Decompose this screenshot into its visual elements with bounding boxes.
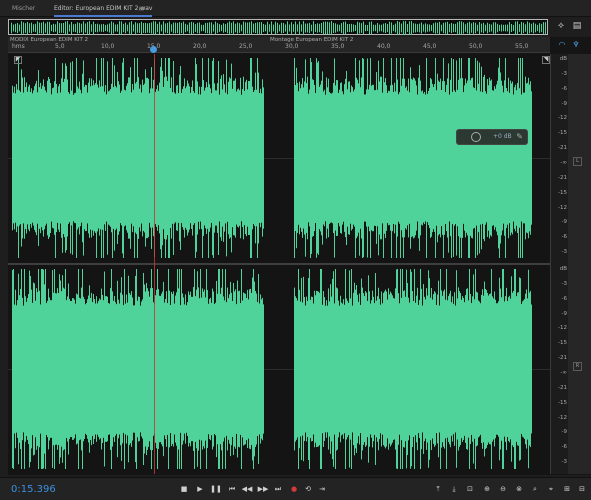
playhead-handle[interactable]: [150, 46, 157, 53]
loop-button[interactable]: ⟲: [302, 483, 314, 495]
zoom-selection-icon[interactable]: ⌕: [529, 483, 541, 495]
db-scale-label: -9: [561, 429, 567, 436]
pause-button[interactable]: ❚❚: [210, 483, 222, 495]
db-scale-label: -12: [558, 115, 567, 122]
zoom-reset-icon[interactable]: ⌖: [545, 483, 557, 495]
db-scale-label: -9: [561, 100, 567, 107]
rewind-button[interactable]: ◀◀: [241, 483, 253, 495]
db-scale-label: -15: [558, 189, 567, 196]
zoom-in-icon[interactable]: ⊕: [481, 483, 493, 495]
db-scale-label: dB: [559, 56, 567, 62]
tab-mixer[interactable]: Mischer: [12, 0, 35, 17]
panel-menu-icon[interactable]: ▤: [570, 19, 584, 33]
waveform-area[interactable]: [8, 54, 550, 474]
zoom-out-icon[interactable]: ⊖: [497, 483, 509, 495]
hud-volume-value: +0 dB: [493, 133, 512, 140]
zoom-out-amplitude-icon[interactable]: ⤓: [448, 483, 460, 495]
db-scale-label: -3: [561, 459, 567, 466]
ruler-tick: 50,0: [469, 43, 483, 50]
fast-forward-button[interactable]: ▶▶: [257, 483, 269, 495]
zoom-navigator-icon[interactable]: ⟡: [554, 19, 568, 33]
db-scale-label: -3: [561, 280, 567, 287]
play-button[interactable]: ▶: [194, 483, 206, 495]
ruler-tick: 30,0: [285, 43, 299, 50]
rewind-start-button[interactable]: ⏮: [226, 483, 238, 495]
zoom-in-time-icon[interactable]: ⊞: [561, 483, 573, 495]
clip-label-left: MODIX European EDIM KIT 2: [10, 37, 89, 43]
zoom-in-amplitude-icon[interactable]: ⤒: [432, 483, 444, 495]
hud-knob-icon[interactable]: [471, 132, 481, 142]
channel-left-toggle[interactable]: L: [573, 157, 582, 166]
ruler-tick: 10,0: [101, 43, 115, 50]
skip-to-end-button[interactable]: ⏭: [272, 483, 284, 495]
overview-waveform: [11, 21, 546, 35]
tab-menu-icon[interactable]: ≡: [138, 0, 145, 17]
db-scale-label: -15: [558, 130, 567, 137]
ruler-tick: 45,0: [423, 43, 437, 50]
waveform-editor: hms 5,0 10,0 15,0 20,0 25,0 30,0 35,0 40…: [8, 37, 591, 475]
ruler-tick: 40,0: [377, 43, 391, 50]
waveform-options-right-icon[interactable]: ◥: [542, 56, 550, 64]
db-scale-label: dB: [559, 266, 567, 272]
ruler-tick: 25,0: [239, 43, 253, 50]
transport-bar: 0:15.396 ■ ▶ ❚❚ ⏮ ◀◀ ▶▶ ⏭ ● ⟲ ⇥ ⤒ ⤓ ⊡ ⊕ …: [0, 477, 591, 500]
db-scale-label: -3: [561, 249, 567, 256]
db-scale-label: -9: [561, 310, 567, 317]
ruler-tick: 55,0: [515, 43, 529, 50]
waveform-options-icon[interactable]: ◤: [14, 56, 22, 64]
db-scale-label: -21: [558, 355, 567, 362]
db-scale-label: -21: [558, 145, 567, 152]
channel-sidebar: L R: [568, 54, 591, 474]
spectral-icon[interactable]: ♆: [570, 39, 582, 51]
waveform-display: [8, 54, 550, 474]
ruler-tick: 5,0: [55, 43, 65, 50]
db-scale-label: -21: [558, 174, 567, 181]
playhead-line: [154, 54, 155, 474]
ruler-tick: 20,0: [193, 43, 207, 50]
ruler-unit: hms: [12, 43, 25, 50]
clip-label-right: Montage European EDIM KIT 2: [270, 37, 354, 43]
db-scale-label: -12: [558, 204, 567, 211]
db-scale-label: -∞: [560, 370, 567, 376]
db-ruler: dB -3 -6 -9 -12 -15 -21 -∞ -21 -15 -12 -9 -6 -3 dB -3 -6…: [550, 54, 568, 474]
db-scale-label: -9: [561, 219, 567, 226]
zoom-out-time-icon[interactable]: ⊟: [576, 483, 588, 495]
headphones-icon[interactable]: ◠: [556, 39, 568, 51]
db-scale-label: -∞: [560, 160, 567, 166]
db-scale-label: -6: [561, 85, 567, 92]
channel-right-toggle[interactable]: R: [573, 362, 582, 371]
db-scale-label: -21: [558, 384, 567, 391]
stop-button[interactable]: ■: [178, 483, 190, 495]
db-scale-label: -3: [561, 70, 567, 77]
zoom-to-selection-icon[interactable]: ⊡: [464, 483, 476, 495]
skip-selection-button[interactable]: ⇥: [316, 483, 328, 495]
db-scale-label: -15: [558, 340, 567, 347]
time-display[interactable]: 0:15.396: [11, 484, 56, 495]
tab-bar: Mischer Editor: European EDIM KIT 2.wav …: [0, 0, 591, 17]
db-scale-label: -15: [558, 399, 567, 406]
record-button[interactable]: ●: [288, 483, 300, 495]
zoom-full-icon[interactable]: ⊗: [513, 483, 525, 495]
db-scale-label: -12: [558, 414, 567, 421]
hud-pin-icon[interactable]: ✎: [516, 132, 523, 141]
ruler-tick: 35,0: [331, 43, 345, 50]
hud-volume-control[interactable]: +0 dB ✎: [456, 129, 528, 145]
db-scale-label: -6: [561, 234, 567, 241]
time-ruler[interactable]: hms 5,0 10,0 15,0 20,0 25,0 30,0 35,0 40…: [8, 37, 550, 53]
db-scale-label: -6: [561, 295, 567, 302]
db-scale-label: -12: [558, 325, 567, 332]
waveform-overview[interactable]: [8, 19, 548, 35]
db-scale-label: -6: [561, 444, 567, 451]
